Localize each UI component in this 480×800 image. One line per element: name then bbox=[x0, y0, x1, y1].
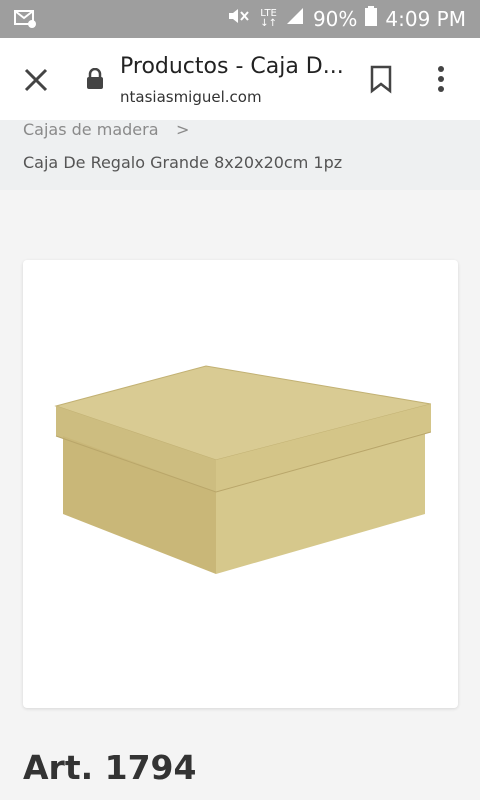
battery-percent: 90% bbox=[312, 6, 358, 31]
bookmark-icon[interactable] bbox=[369, 64, 393, 98]
url-text[interactable]: ntasiasmiguel.com bbox=[120, 88, 262, 106]
box-image bbox=[51, 364, 432, 588]
mute-icon bbox=[226, 6, 252, 31]
breadcrumb-parent-link[interactable]: Cajas de madera bbox=[23, 120, 159, 139]
chevron-right-icon: > bbox=[176, 120, 190, 139]
mail-icon bbox=[14, 9, 38, 33]
page-title[interactable]: Productos - Caja D... bbox=[120, 54, 350, 79]
lte-icon: LTE ↓↑ bbox=[260, 7, 277, 29]
more-vert-icon[interactable] bbox=[436, 64, 446, 98]
breadcrumb: Cajas de madera > Caja De Regalo Grande … bbox=[0, 120, 480, 190]
breadcrumb-current: Caja De Regalo Grande 8x20x20cm 1pz bbox=[23, 153, 343, 172]
lock-icon bbox=[86, 67, 104, 94]
clock: 4:09 PM bbox=[385, 6, 466, 31]
status-bar: LTE ↓↑ 90% 4:09 PM bbox=[0, 0, 480, 38]
battery-icon bbox=[365, 6, 378, 31]
product-image-card[interactable] bbox=[23, 260, 458, 708]
article-number: Art. 1794 bbox=[23, 748, 197, 787]
close-icon[interactable] bbox=[20, 64, 52, 96]
browser-toolbar: Productos - Caja D... ntasiasmiguel.com bbox=[0, 38, 480, 123]
signal-icon bbox=[285, 6, 305, 31]
